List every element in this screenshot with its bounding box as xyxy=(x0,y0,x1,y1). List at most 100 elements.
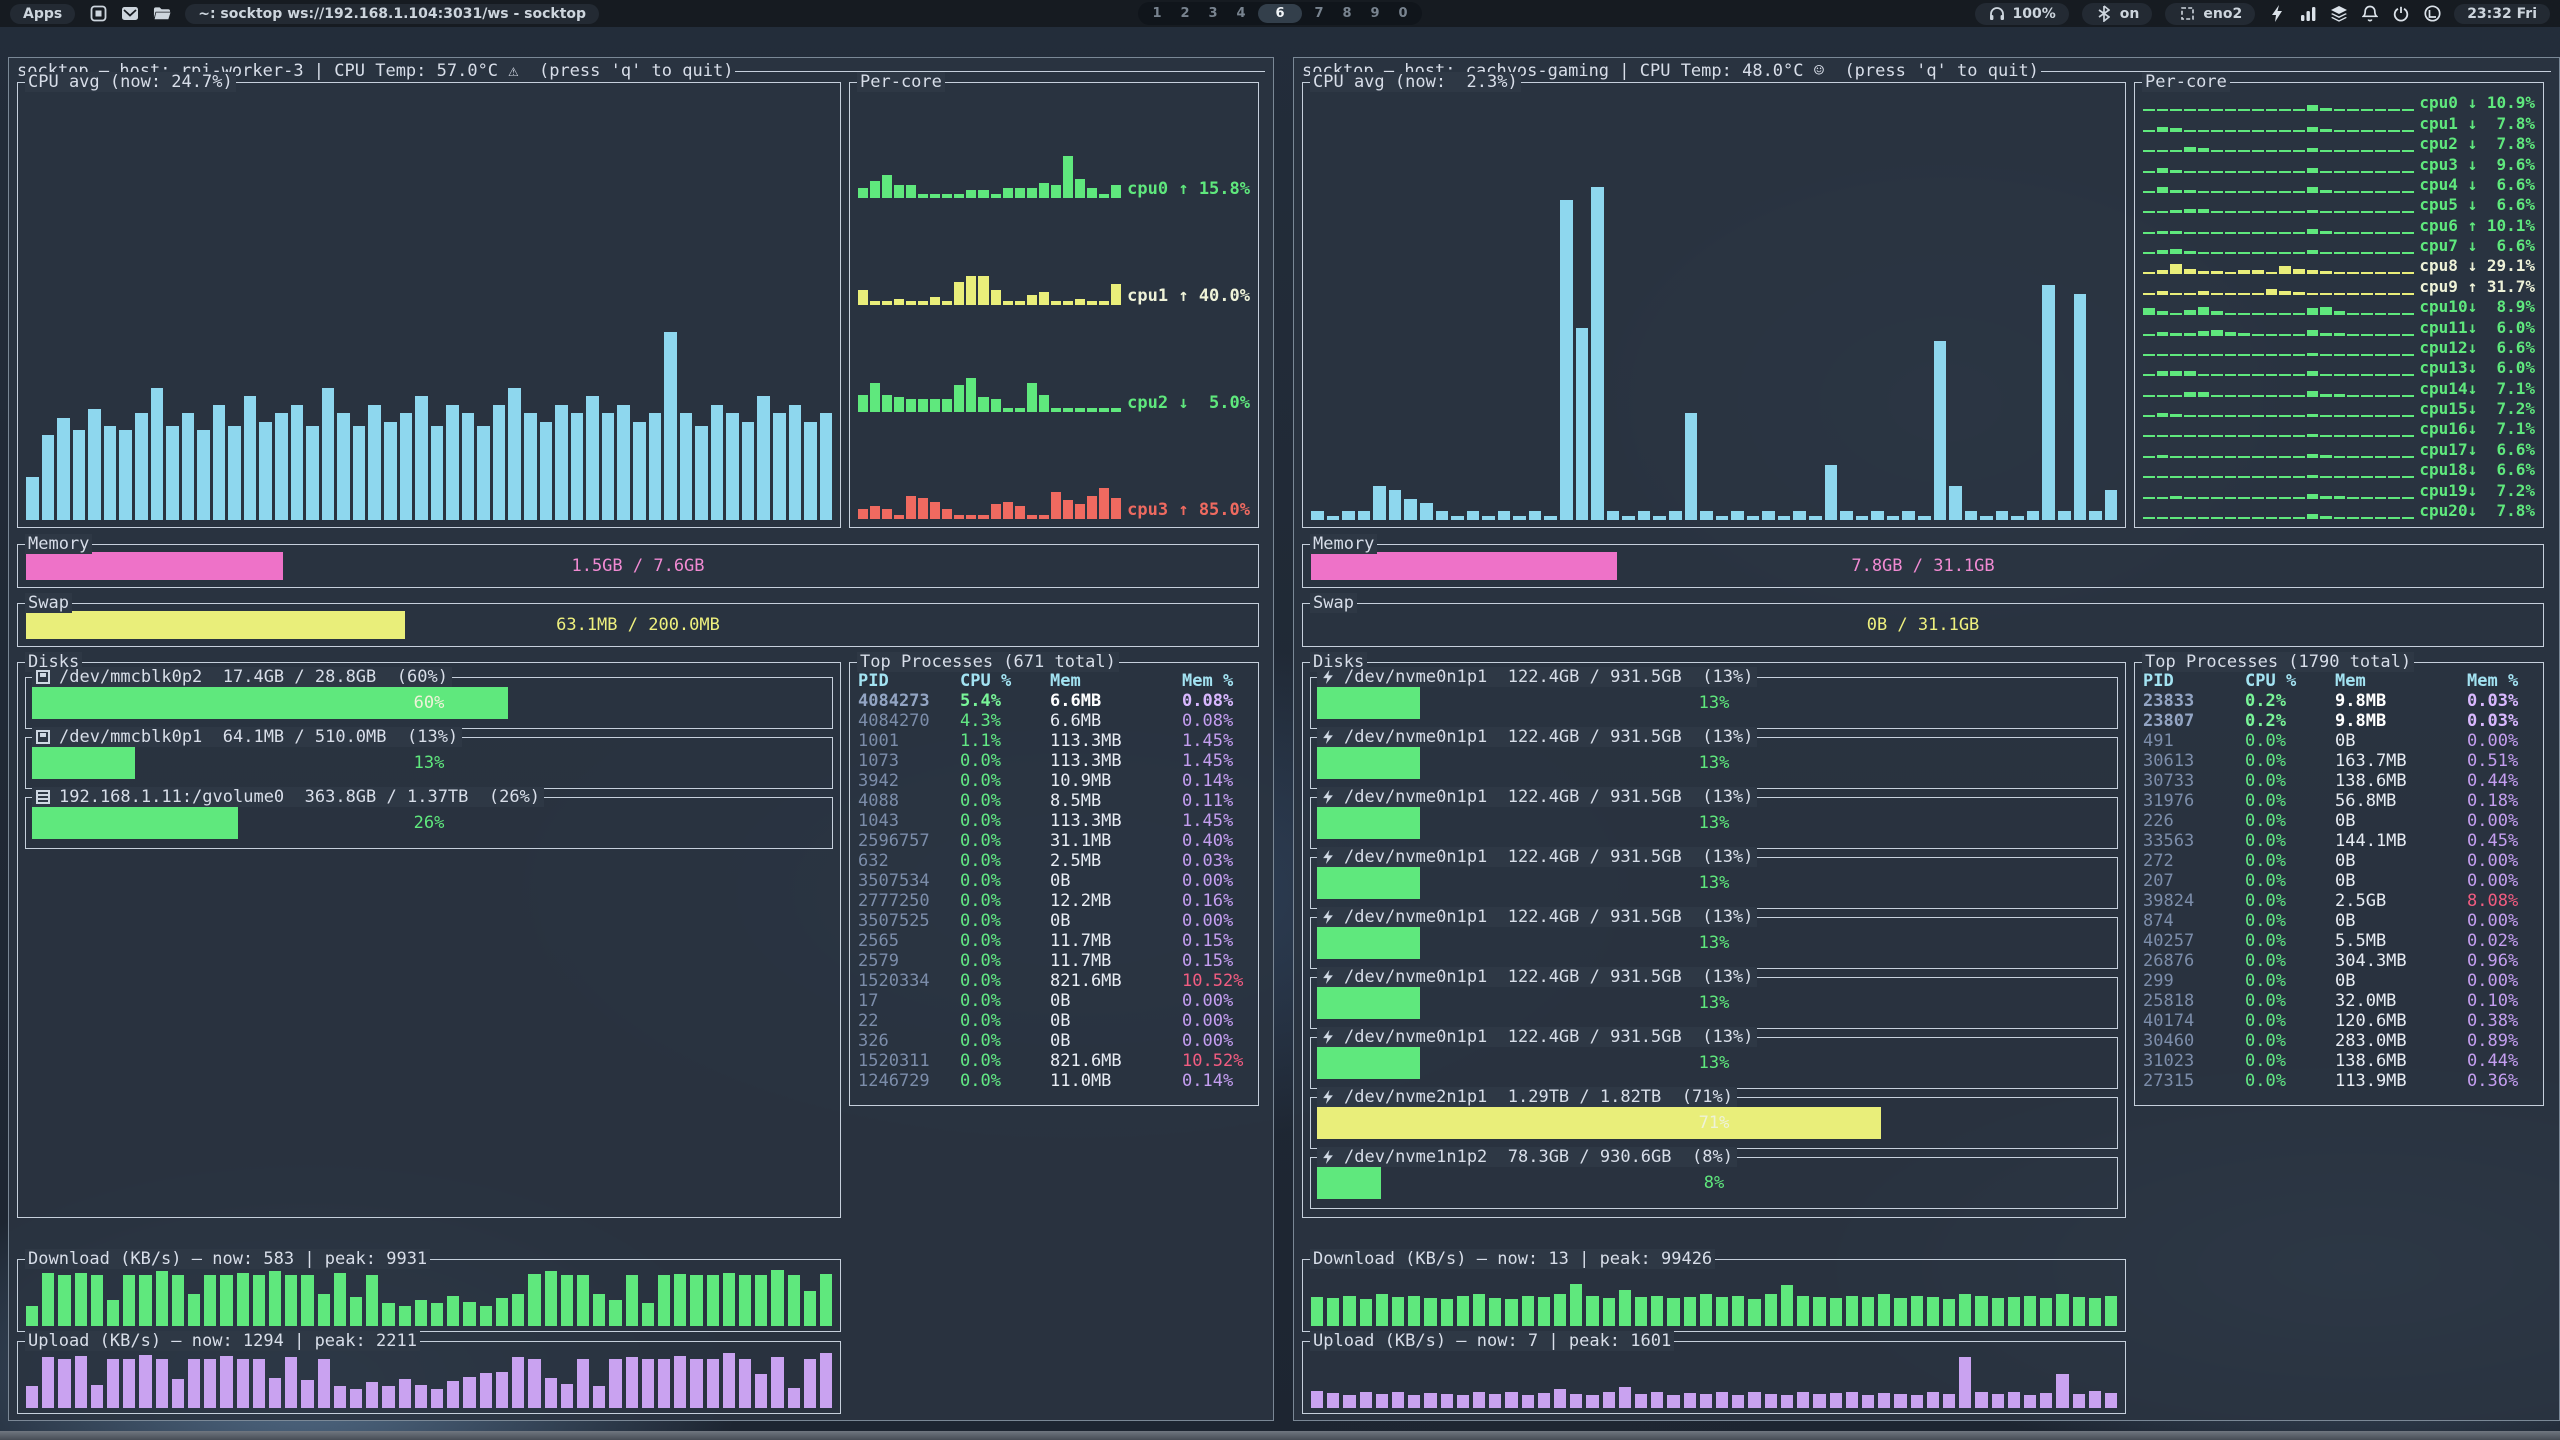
bell-icon[interactable] xyxy=(2361,5,2379,23)
net-bar xyxy=(1846,1392,1858,1408)
workspace-3[interactable]: 3 xyxy=(1202,4,1224,23)
process-table[interactable]: PID CPU % Mem Mem % 40842735.4%6.6MB0.08… xyxy=(858,671,1254,1101)
left-terminal[interactable]: socktop — host: rpi-worker-3 | CPU Temp:… xyxy=(8,57,1274,1421)
workspace-2[interactable]: 2 xyxy=(1174,4,1196,23)
core-label: cpu2 ↓ 7.8% xyxy=(2419,136,2535,154)
spark-bar xyxy=(906,301,916,305)
disk-entry: /dev/nvme0n1p1 122.4GB / 931.5GB (13%)13… xyxy=(1310,677,2118,729)
process-row[interactable]: 35075340.0%0B0.00% xyxy=(858,871,1254,891)
spark-bar xyxy=(978,276,988,305)
workspace-4[interactable]: 4 xyxy=(1230,4,1252,23)
process-row[interactable]: 10730.0%113.3MB1.45% xyxy=(858,751,1254,771)
net-bar xyxy=(204,1359,216,1408)
process-row[interactable]: 39420.0%10.9MB0.14% xyxy=(858,771,1254,791)
process-row[interactable]: 15203340.0%821.6MB10.52% xyxy=(858,971,1254,991)
net-bar xyxy=(2056,1374,2068,1408)
process-row[interactable]: 268760.0%304.3MB0.96% xyxy=(2143,951,2539,971)
process-row[interactable]: 25790.0%11.7MB0.15% xyxy=(858,951,1254,971)
process-row[interactable]: 273150.0%113.9MB0.36% xyxy=(2143,1071,2539,1091)
cell-memp: 0.00% xyxy=(2467,731,2539,751)
process-row[interactable]: 4910.0%0B0.00% xyxy=(2143,731,2539,751)
spark-bar xyxy=(2225,354,2237,356)
process-row[interactable]: 25650.0%11.7MB0.15% xyxy=(858,931,1254,951)
process-row[interactable]: 402570.0%5.5MB0.02% xyxy=(2143,931,2539,951)
power-profile-icon[interactable] xyxy=(2268,5,2286,23)
process-row[interactable]: 6320.0%2.5MB0.03% xyxy=(858,851,1254,871)
window-icon[interactable] xyxy=(89,5,107,23)
net-bar xyxy=(139,1355,151,1408)
process-row[interactable]: 401740.0%120.6MB0.38% xyxy=(2143,1011,2539,1031)
monitor-app-icon[interactable] xyxy=(2423,5,2441,23)
power-icon[interactable] xyxy=(2392,5,2410,23)
process-row[interactable]: 2260.0%0B0.00% xyxy=(2143,811,2539,831)
spark-bar xyxy=(2293,130,2305,132)
workspace-8[interactable]: 8 xyxy=(1336,4,1358,23)
apps-button[interactable]: Apps xyxy=(10,4,75,24)
mail-icon[interactable] xyxy=(121,5,139,23)
process-row[interactable]: 304600.0%283.0MB0.89% xyxy=(2143,1031,2539,1051)
workspace-0[interactable]: 0 xyxy=(1392,4,1414,23)
spark-bar xyxy=(2211,171,2223,173)
signal-bars-icon[interactable] xyxy=(2299,5,2317,23)
process-row[interactable]: 8740.0%0B0.00% xyxy=(2143,911,2539,931)
cell-mem: 163.7MB xyxy=(2335,751,2467,771)
workspace-6[interactable]: 6 xyxy=(1258,4,1302,23)
net-bar xyxy=(91,1275,103,1326)
network-indicator[interactable]: eno2 xyxy=(2165,3,2255,25)
process-row[interactable]: 2070.0%0B0.00% xyxy=(2143,871,2539,891)
spark-bar xyxy=(2170,264,2182,274)
process-row[interactable]: 238330.2%9.8MB0.03% xyxy=(2143,691,2539,711)
process-table[interactable]: PID CPU % Mem Mem % 238330.2%9.8MB0.03%2… xyxy=(2143,671,2539,1101)
core-row: cpu9 ↑ 31.7% xyxy=(2143,276,2535,296)
spark-bar xyxy=(2252,150,2264,152)
process-row[interactable]: 310230.0%138.6MB0.44% xyxy=(2143,1051,2539,1071)
workspace-1[interactable]: 1 xyxy=(1146,4,1168,23)
clock[interactable]: 23:32 Fri xyxy=(2454,4,2550,24)
layers-icon[interactable] xyxy=(2330,5,2348,23)
workspace-9[interactable]: 9 xyxy=(1364,4,1386,23)
process-row[interactable]: 40842735.4%6.6MB0.08% xyxy=(858,691,1254,711)
process-row[interactable]: 258180.0%32.0MB0.10% xyxy=(2143,991,2539,1011)
net-bar xyxy=(1959,1294,1971,1326)
disk-entry: /dev/nvme0n1p1 122.4GB / 931.5GB (13%)13… xyxy=(1310,977,2118,1029)
process-row[interactable]: 398240.0%2.5GB8.08% xyxy=(2143,891,2539,911)
cell-mem: 113.3MB xyxy=(1050,731,1182,751)
core-label: cpu20↓ 7.8% xyxy=(2419,503,2535,521)
process-row[interactable]: 35075250.0%0B0.00% xyxy=(858,911,1254,931)
right-terminal[interactable]: socktop — host: cachyos-gaming | CPU Tem… xyxy=(1293,57,2560,1421)
process-row[interactable]: 10011.1%113.3MB1.45% xyxy=(858,731,1254,751)
process-row[interactable]: 25967570.0%31.1MB0.40% xyxy=(858,831,1254,851)
process-row[interactable]: 220.0%0B0.00% xyxy=(858,1011,1254,1031)
folder-icon[interactable] xyxy=(153,5,171,23)
process-row[interactable]: 319760.0%56.8MB0.18% xyxy=(2143,791,2539,811)
process-row[interactable]: 2990.0%0B0.00% xyxy=(2143,971,2539,991)
net-bar xyxy=(1943,1394,1955,1408)
cell-pid: 1043 xyxy=(858,811,960,831)
workspace-7[interactable]: 7 xyxy=(1308,4,1330,23)
process-row[interactable]: 335630.0%144.1MB0.45% xyxy=(2143,831,2539,851)
spark-bar xyxy=(2307,434,2319,437)
volume-indicator[interactable]: 100% xyxy=(1975,3,2069,25)
window-title-tab[interactable]: ~: socktop ws://192.168.1.104:3031/ws - … xyxy=(185,4,599,24)
process-row[interactable]: 10430.0%113.3MB1.45% xyxy=(858,811,1254,831)
process-row[interactable]: 2720.0%0B0.00% xyxy=(2143,851,2539,871)
process-row[interactable]: 306130.0%163.7MB0.51% xyxy=(2143,751,2539,771)
process-row[interactable]: 40880.0%8.5MB0.11% xyxy=(858,791,1254,811)
process-row[interactable]: 27772500.0%12.2MB0.16% xyxy=(858,891,1254,911)
spark-bar xyxy=(2307,353,2319,356)
process-row[interactable]: 238070.2%9.8MB0.03% xyxy=(2143,711,2539,731)
spark-bar xyxy=(2211,330,2223,336)
spark-bar xyxy=(2266,497,2278,499)
process-row[interactable]: 40842704.3%6.6MB0.08% xyxy=(858,711,1254,731)
per-core-list: cpu0 ↑ 15.8%cpu1 ↑ 40.0%cpu2 ↓ 5.0%cpu3 … xyxy=(858,93,1250,521)
process-row[interactable]: 170.0%0B0.00% xyxy=(858,991,1254,1011)
spark-bar xyxy=(2361,232,2373,234)
spark-bar xyxy=(2347,476,2359,478)
process-row[interactable]: 15203110.0%821.6MB10.52% xyxy=(858,1051,1254,1071)
process-row[interactable]: 12467290.0%11.0MB0.14% xyxy=(858,1071,1254,1091)
process-row[interactable]: 307330.0%138.6MB0.44% xyxy=(2143,771,2539,791)
net-bar xyxy=(545,1271,557,1326)
process-row[interactable]: 3260.0%0B0.00% xyxy=(858,1031,1254,1051)
bluetooth-indicator[interactable]: on xyxy=(2082,3,2153,25)
cell-cpu: 0.0% xyxy=(960,911,1050,931)
